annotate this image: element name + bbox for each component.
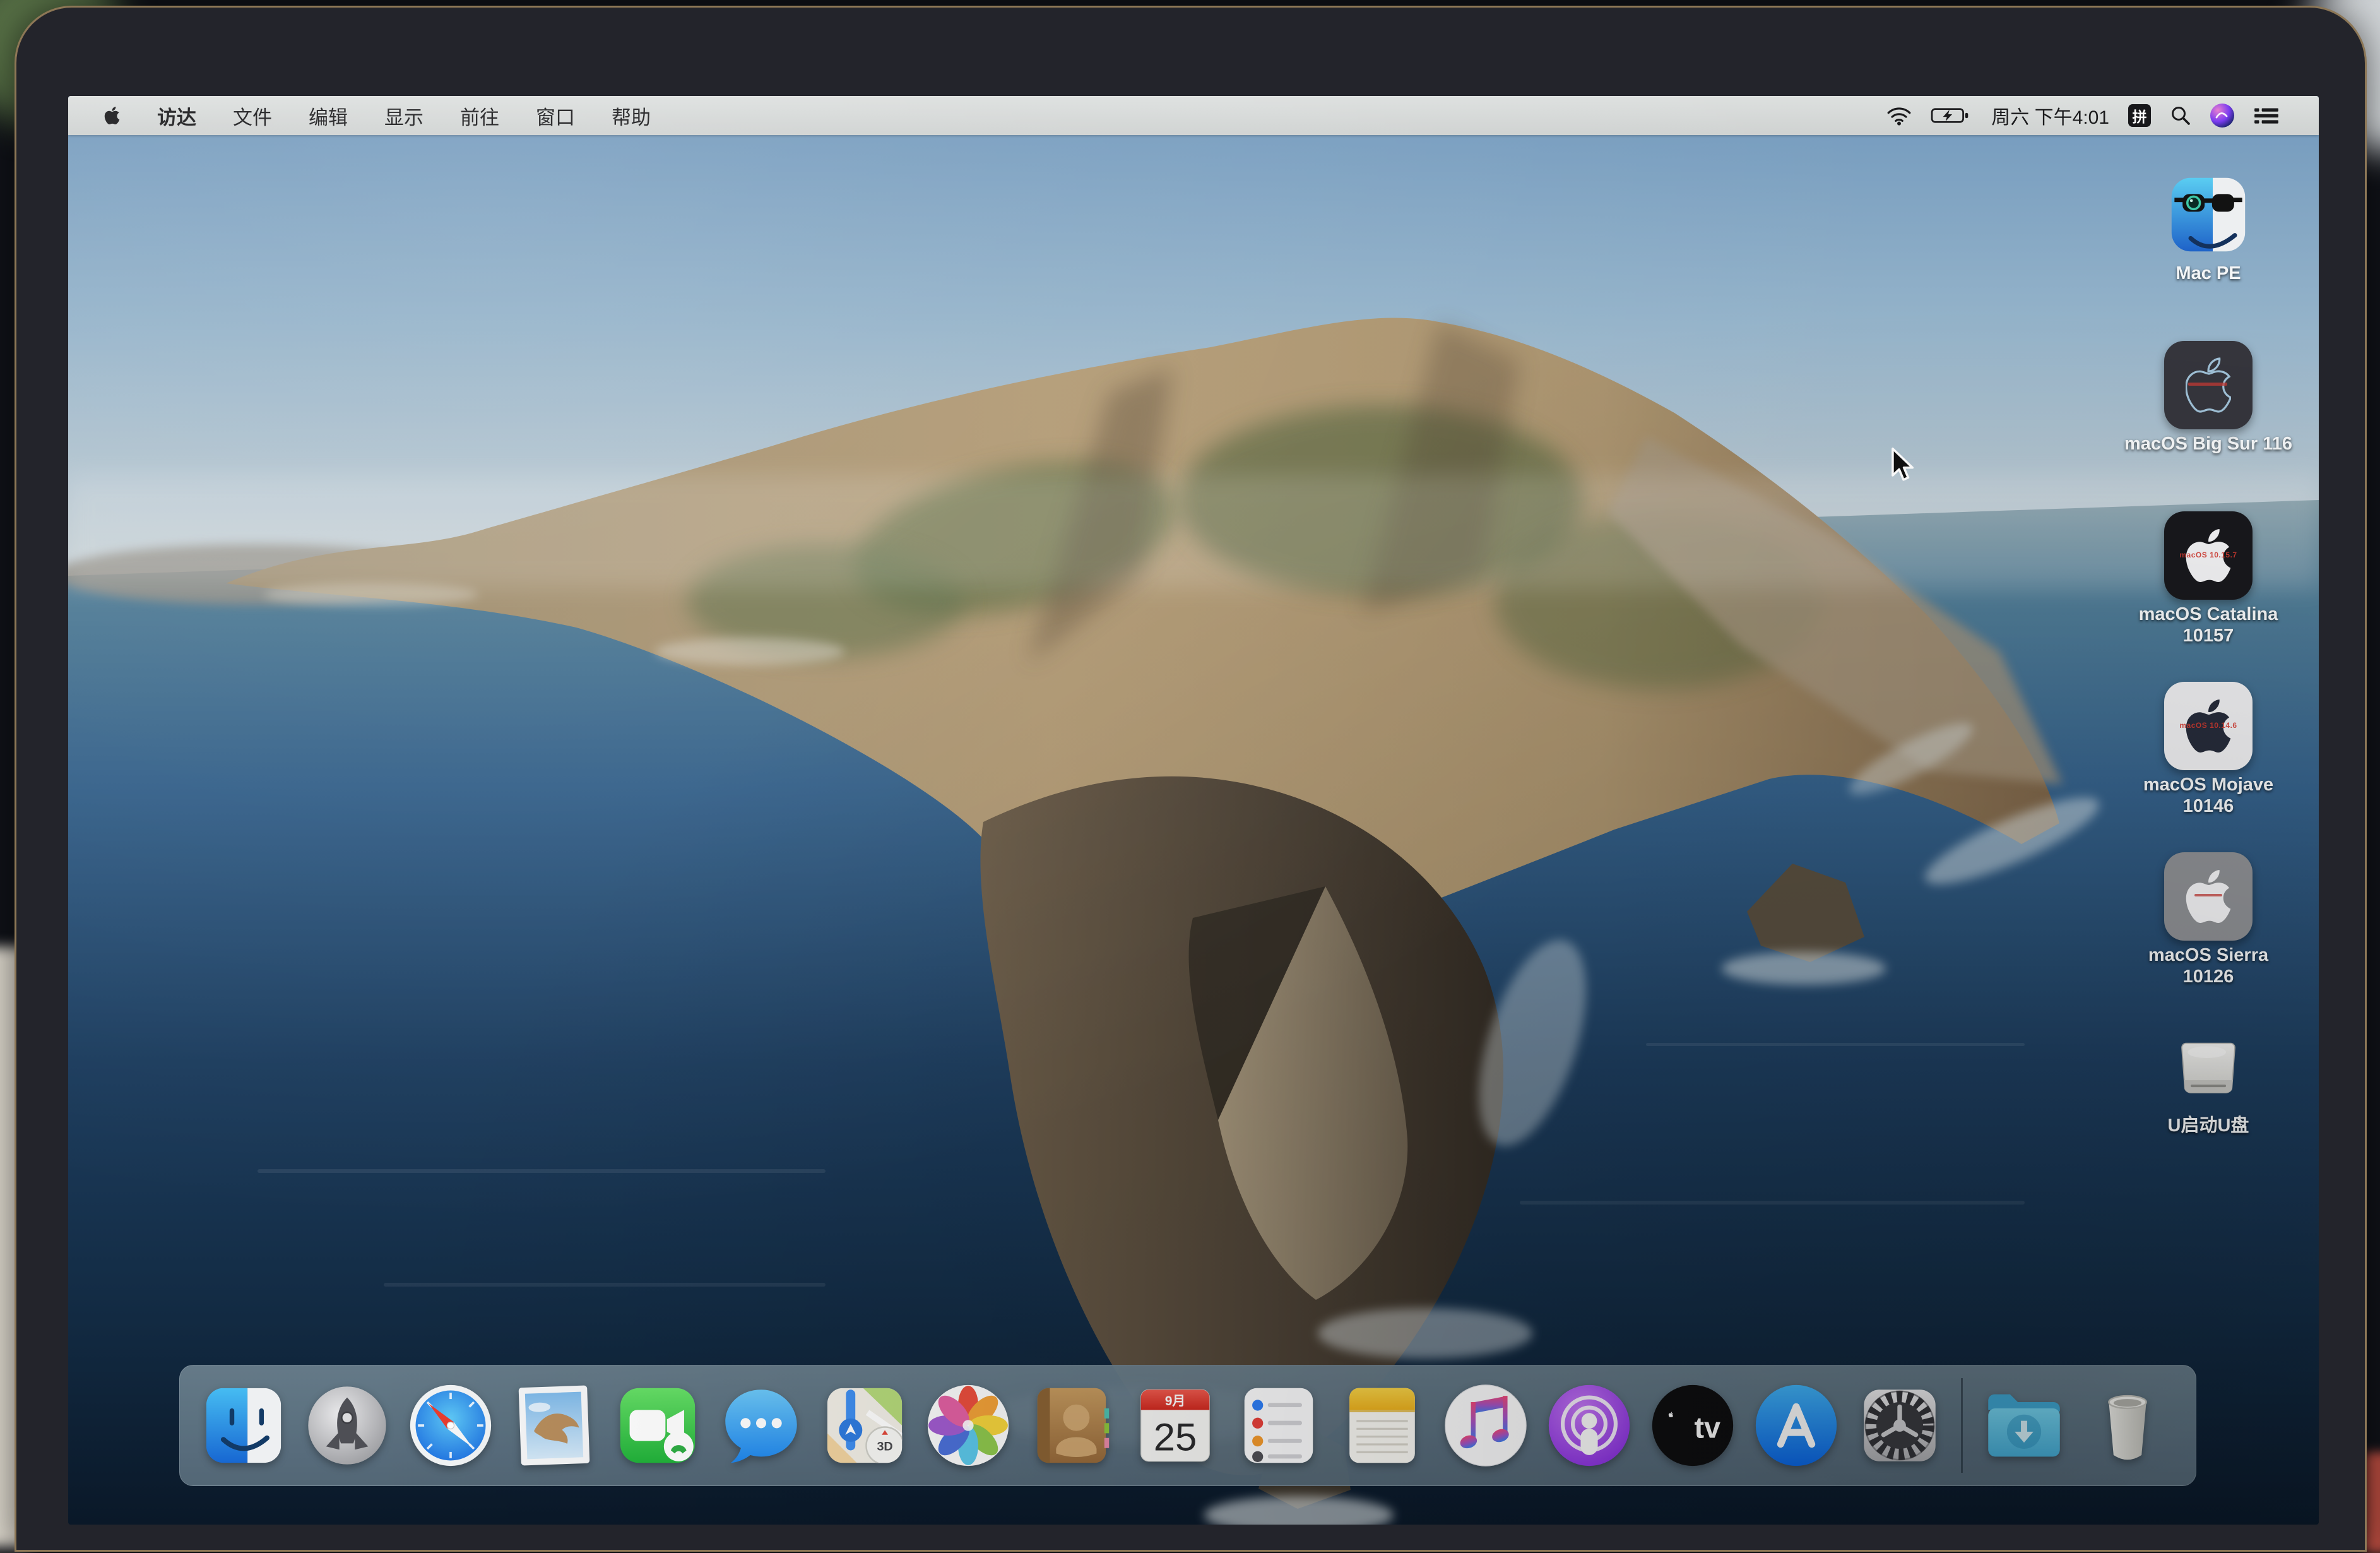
maps-3d-label: 3D (877, 1439, 892, 1453)
desktop-icon-label: macOS Mojave 10146 (2143, 774, 2273, 817)
dock-item-downloads[interactable] (1977, 1372, 2071, 1479)
menu-item-finder[interactable]: 访达 (157, 102, 196, 130)
desktop-icon-label: U启动U盘 (2168, 1115, 2249, 1136)
dock-item-facetime[interactable] (610, 1372, 705, 1479)
desktop-icon-big-sur[interactable]: macOS Big Sur 116 (2104, 341, 2312, 455)
dock-item-mail[interactable] (507, 1372, 601, 1479)
dock: 3D (179, 1365, 2196, 1486)
menu-item-edit[interactable]: 编辑 (309, 102, 348, 130)
mac-pe-icon (2164, 170, 2253, 259)
external-drive-icon (2164, 1023, 2253, 1111)
mouse-cursor (1890, 447, 1920, 485)
dock-item-podcasts[interactable] (1542, 1372, 1637, 1479)
calendar-month: 9月 (1165, 1394, 1186, 1408)
desktop-icon-sierra[interactable]: macOS Sierra 10126 (2104, 852, 2312, 987)
input-method-icon[interactable]: 拼 (2128, 104, 2151, 127)
dock-item-apple-tv[interactable]: tv (1645, 1372, 1740, 1479)
macbook-bezel: 访达 文件 编辑 显示 前往 窗口 帮助 周六 下午4:01 拼 (16, 8, 2365, 1550)
menu-bar-clock[interactable]: 周六 下午4:01 (1991, 102, 2109, 129)
calendar-day: 25 (1154, 1415, 1197, 1459)
spotlight-icon[interactable] (2170, 105, 2191, 126)
dock-item-app-store[interactable] (1749, 1372, 1844, 1479)
dock-separator (1961, 1378, 1963, 1473)
desktop-icon-catalina[interactable]: macOS 10.15.7 macOS Catalina 10157 (2104, 511, 2312, 646)
dock-item-notes[interactable] (1335, 1372, 1430, 1479)
mojave-installer-icon: macOS 10.14.6 (2164, 682, 2253, 770)
desktop-icon-mac-pe[interactable]: Mac PE (2104, 170, 2312, 284)
dock-item-calendar[interactable]: 9月 25 (1128, 1372, 1223, 1479)
dock-item-photos[interactable] (921, 1372, 1015, 1479)
big-sur-installer-icon (2164, 341, 2253, 429)
notification-center-icon[interactable] (2253, 105, 2280, 126)
menu-item-go[interactable]: 前往 (460, 102, 499, 130)
desktop-icon-mojave[interactable]: macOS 10.14.6 macOS Mojave 10146 (2104, 682, 2312, 817)
menu-bar-left: 访达 文件 编辑 显示 前往 窗口 帮助 (68, 102, 651, 130)
desktop-icon-label: Mac PE (2176, 263, 2241, 284)
dock-item-messages[interactable] (714, 1372, 808, 1479)
battery-charging-icon[interactable] (1931, 105, 1972, 126)
siri-icon[interactable] (2210, 104, 2234, 128)
menu-item-view[interactable]: 显示 (384, 102, 423, 130)
dock-item-safari[interactable] (403, 1372, 498, 1479)
dock-item-trash[interactable] (2080, 1372, 2175, 1479)
wallpaper-catalina-island (68, 96, 2319, 1525)
apple-menu-icon[interactable] (104, 105, 121, 126)
desktop-icon-label: macOS Big Sur 116 (2124, 433, 2292, 455)
menu-item-help[interactable]: 帮助 (612, 102, 651, 130)
catalina-installer-icon: macOS 10.15.7 (2164, 511, 2253, 600)
dock-item-contacts[interactable] (1024, 1372, 1119, 1479)
background-object-right (2364, 1452, 2380, 1553)
wifi-icon[interactable] (1886, 105, 1912, 126)
dock-item-reminders[interactable] (1231, 1372, 1326, 1479)
dock-item-system-preferences[interactable] (1852, 1372, 1947, 1479)
apple-tv-label: tv (1694, 1412, 1720, 1444)
menu-bar-status: 周六 下午4:01 拼 (1886, 102, 2319, 129)
menu-item-file[interactable]: 文件 (233, 102, 272, 130)
dock-item-finder[interactable] (196, 1372, 291, 1479)
sierra-installer-icon (2164, 852, 2253, 941)
menu-bar: 访达 文件 编辑 显示 前往 窗口 帮助 周六 下午4:01 拼 (68, 96, 2319, 135)
dock-item-music[interactable] (1438, 1372, 1533, 1479)
desktop-icon-label: macOS Sierra 10126 (2148, 944, 2268, 987)
dock-item-maps[interactable]: 3D (817, 1372, 912, 1479)
desktop-icon-usb-drive[interactable]: U启动U盘 (2104, 1023, 2312, 1136)
macbook-screen: 访达 文件 编辑 显示 前往 窗口 帮助 周六 下午4:01 拼 (68, 96, 2319, 1525)
menu-item-window[interactable]: 窗口 (536, 102, 575, 130)
dock-item-launchpad[interactable] (300, 1372, 394, 1479)
desktop-icon-label: macOS Catalina 10157 (2139, 604, 2278, 646)
